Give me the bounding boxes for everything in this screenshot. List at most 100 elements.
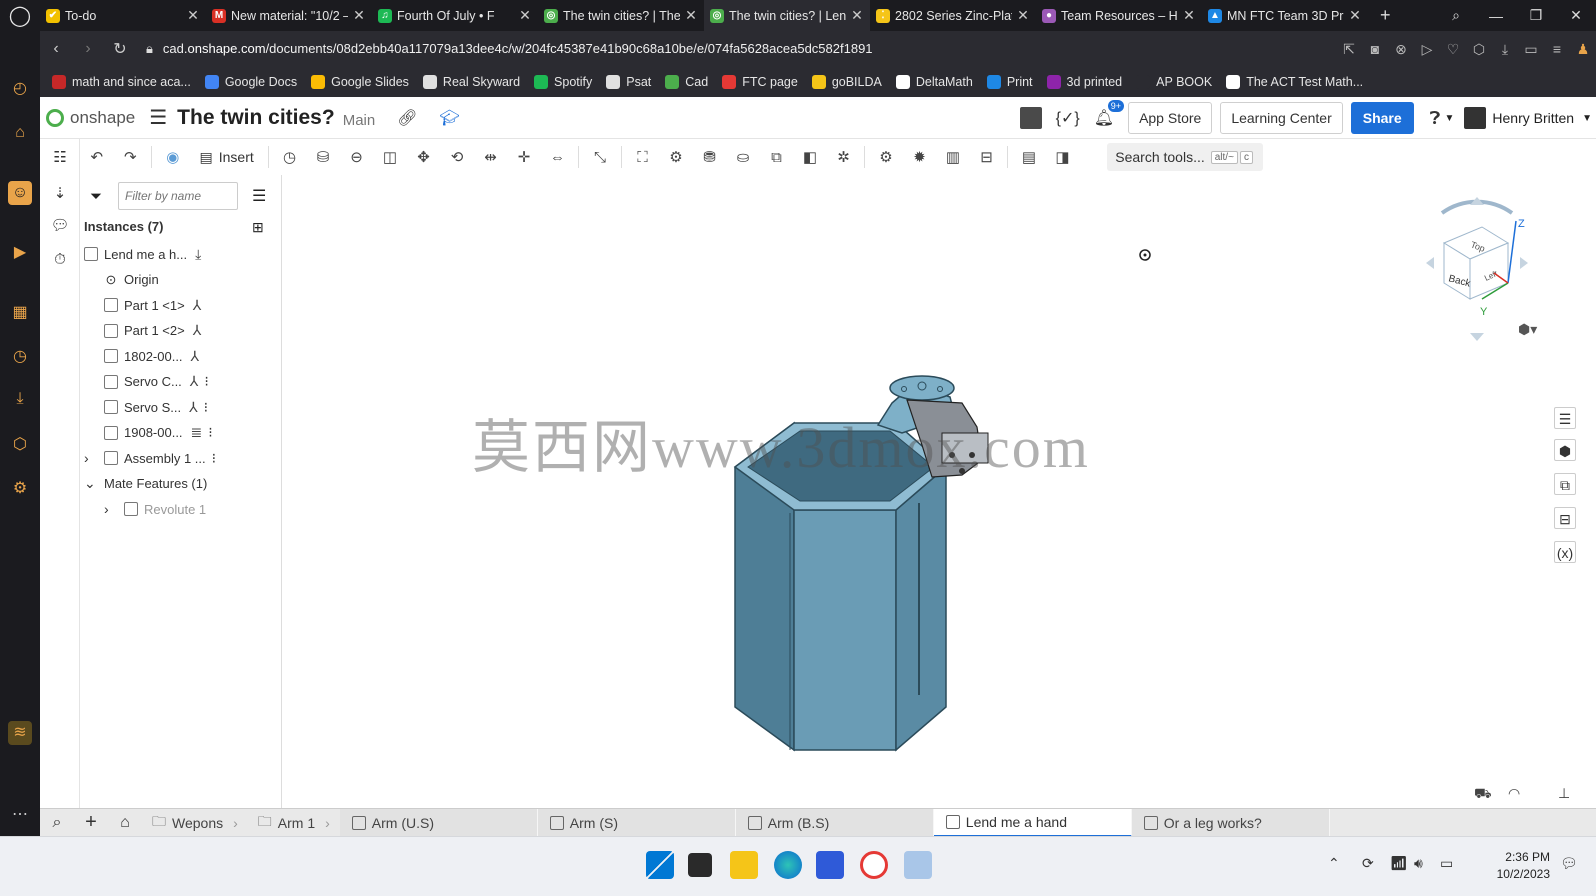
bookmark-item[interactable]: goBILDA — [811, 75, 882, 89]
tree-row[interactable]: Part 1 <2> ⅄ — [80, 319, 282, 343]
insert-button[interactable]: ▤ Insert — [190, 149, 264, 166]
file-explorer-icon[interactable] — [730, 851, 758, 879]
download-icon[interactable]: ⤓ — [1492, 41, 1518, 58]
add-folder-icon[interactable]: ⊞ — [252, 219, 264, 236]
kebab-menu-icon[interactable]: ⁝ — [208, 424, 212, 441]
share-button[interactable]: Share — [1350, 102, 1414, 134]
notifications-icon[interactable]: 🔔︎ 9+ — [1094, 100, 1125, 128]
element-tab[interactable]: Arm (S) — [537, 808, 736, 837]
variables-panel-icon[interactable]: (x) — [1554, 541, 1576, 563]
bookmark-item[interactable]: Google Docs — [204, 75, 297, 89]
send-icon[interactable]: ▷ — [1414, 41, 1440, 58]
user-avatar[interactable] — [1464, 107, 1487, 129]
servo-horn[interactable] — [889, 375, 955, 401]
wifi-icon[interactable]: 📶︎ — [1390, 855, 1408, 872]
bom-icon[interactable]: ▤ — [1012, 142, 1046, 172]
settings-cog-icon[interactable]: ⚙ — [869, 142, 903, 172]
close-tab-icon[interactable]: ✕ — [1182, 7, 1196, 24]
close-tab-icon[interactable]: ✕ — [850, 7, 864, 24]
extension-cube-icon[interactable]: ⬡ — [1466, 41, 1492, 58]
bookmark-item[interactable]: Print — [986, 75, 1033, 89]
store-icon[interactable] — [816, 851, 844, 879]
volume-icon[interactable]: 🔊︎ — [1414, 855, 1423, 872]
user-name[interactable]: Henry Britten — [1492, 110, 1574, 126]
add-element-icon[interactable]: + — [74, 811, 108, 834]
settings-icon[interactable]: ⚙ — [8, 477, 32, 501]
block-icon[interactable]: ⊗ — [1388, 41, 1414, 58]
insert-part-icon[interactable]: ⇣ — [49, 183, 71, 205]
tree-row[interactable]: › Revolute 1 — [80, 497, 282, 521]
task-view-icon[interactable] — [688, 853, 712, 877]
easy-setup-icon[interactable]: ≡ — [1544, 41, 1570, 57]
tree-row[interactable]: Part 1 <1> ⅄ — [80, 293, 282, 317]
opera-gx-icon[interactable] — [860, 851, 888, 879]
more-icon[interactable]: ⋯ — [8, 803, 32, 827]
kebab-menu-icon[interactable]: ⁝ — [204, 373, 208, 390]
browser-tab[interactable]: ⁚ 2802 Series Zinc-Plat ✕ — [870, 0, 1036, 31]
tube-right-face[interactable] — [895, 465, 947, 752]
team-avatar[interactable] — [1019, 107, 1042, 129]
bookmark-item[interactable]: DeltaMath — [895, 75, 973, 89]
share-page-icon[interactable]: ⇱ — [1336, 41, 1362, 58]
user-chevron-down-icon[interactable]: ▼ — [1582, 113, 1592, 124]
gear-feature-icon[interactable]: ✹ — [903, 142, 937, 172]
search-tools-input[interactable]: Search tools... alt/~ c — [1107, 143, 1264, 171]
close-tab-icon[interactable]: ✕ — [684, 7, 698, 24]
version-history-icon[interactable]: ⏱︎ — [49, 249, 71, 271]
slider-mate-icon[interactable]: ✥ — [407, 142, 441, 172]
sync-icon[interactable]: ◉ — [156, 142, 190, 172]
tray-chevron-up-icon[interactable]: ⌃ — [1328, 855, 1340, 872]
document-title[interactable]: The twin cities? — [177, 106, 335, 130]
bookmark-item[interactable]: AP BOOK — [1136, 75, 1212, 89]
element-tab[interactable]: Arm (B.S) — [735, 808, 934, 837]
restore-button[interactable]: ❐ — [1516, 7, 1556, 24]
element-tab[interactable]: Arm (U.S) — [339, 808, 538, 837]
close-tab-icon[interactable]: ✕ — [186, 7, 200, 24]
learning-center-button[interactable]: Learning Center — [1220, 102, 1343, 134]
bookmark-item[interactable]: The ACT Test Math... — [1226, 75, 1363, 89]
photos-icon[interactable] — [904, 851, 932, 879]
onshape-logo[interactable]: onshape — [46, 108, 135, 128]
element-tab[interactable]: Or a leg works? — [1131, 808, 1330, 837]
tube-front-face[interactable] — [793, 509, 897, 751]
tree-row[interactable]: ⌄ Mate Features (1) — [80, 472, 282, 496]
education-icon[interactable]: 🎓︎ — [440, 108, 460, 128]
browser-tab[interactable]: ◎ The twin cities? | Lenc ✕ — [704, 0, 870, 31]
url-field[interactable]: 🔒︎ cad.onshape.com/documents/08d2ebb40a11… — [146, 41, 1336, 57]
minimize-button[interactable]: — — [1476, 8, 1516, 24]
battery-tray-icon[interactable]: ▭ — [1440, 855, 1453, 872]
tree-row[interactable]: Servo S... ⅄ ⁝ — [80, 395, 282, 419]
pin-slot-mate-icon[interactable]: ⇹ — [474, 142, 508, 172]
browser-tab[interactable]: ◎ The twin cities? | The ✕ — [538, 0, 704, 31]
filter-input[interactable] — [118, 182, 238, 210]
view-cube[interactable]: Top Back Left Z Y — [1422, 193, 1532, 343]
speed-dial-icon[interactable]: ◴ — [8, 77, 32, 101]
close-window-button[interactable]: ✕ — [1556, 7, 1596, 24]
bookmark-item[interactable]: math and since aca... — [52, 75, 191, 89]
view-options-icon[interactable]: ⬢▾ — [1518, 321, 1537, 338]
discord-icon[interactable]: ☺ — [8, 181, 32, 205]
forward-button[interactable]: › — [72, 40, 104, 58]
redo-icon[interactable]: ↷ — [114, 142, 148, 172]
folder-crumb[interactable]: 🗀︎ Wepons › — [142, 809, 248, 837]
bookmark-item[interactable]: 3d printed — [1046, 75, 1122, 89]
start-icon[interactable] — [646, 851, 674, 879]
battery-icon[interactable]: ▭ — [1518, 41, 1544, 58]
gear-relation-icon[interactable]: ⚙ — [659, 142, 693, 172]
bookmark-item[interactable]: Spotify — [534, 75, 592, 89]
tab-manager-icon[interactable]: ⌕ — [40, 814, 74, 832]
bookmark-item[interactable]: Real Skyward — [422, 75, 520, 89]
search-tabs-icon[interactable]: ⌕ — [1436, 7, 1476, 24]
tree-row[interactable]: Lend me a h... ⤓ — [80, 242, 282, 266]
new-tab-button[interactable]: + — [1368, 5, 1403, 26]
comments-icon[interactable]: 💬︎ — [49, 215, 71, 237]
snapshot-icon[interactable]: ◙ — [1362, 41, 1388, 57]
rack-pinion-icon[interactable]: ⛃ — [693, 142, 727, 172]
branch-label[interactable]: Main — [343, 112, 376, 129]
bookmark-heart-icon[interactable]: ♡ — [1440, 41, 1466, 58]
bookmark-item[interactable]: Google Slides — [311, 75, 409, 89]
profile-icon[interactable]: ♟ — [1570, 41, 1596, 58]
appearance-icon[interactable]: ⬢ — [1554, 439, 1576, 461]
screw-relation-icon[interactable]: ⛀ — [726, 142, 760, 172]
replicate-icon[interactable]: ◷ — [273, 142, 307, 172]
